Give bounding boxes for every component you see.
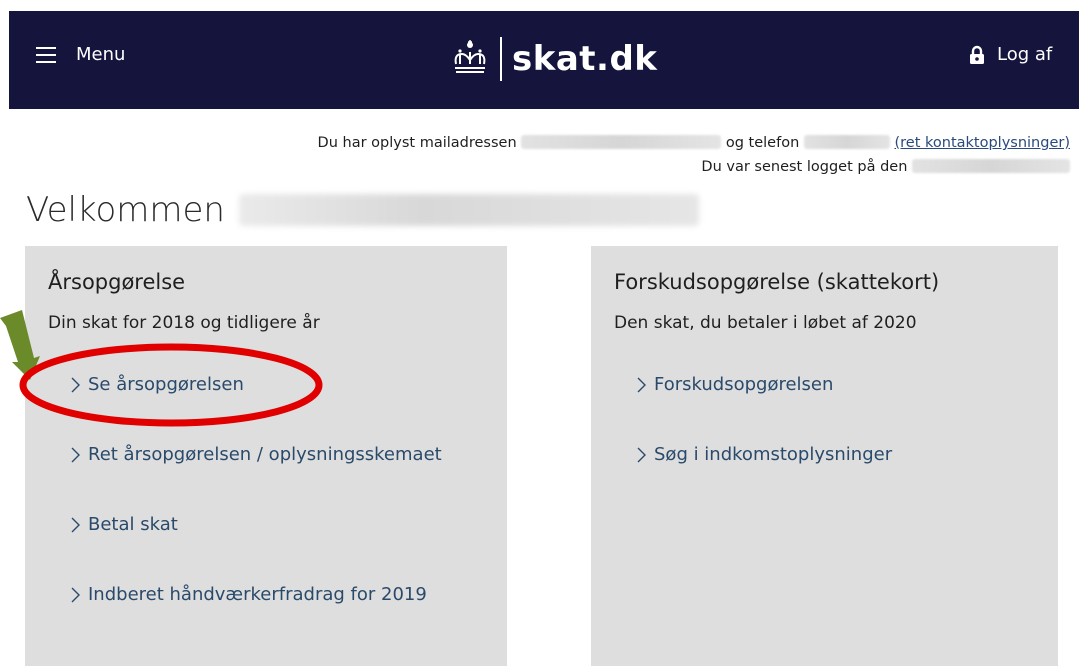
link-label: Betal skat xyxy=(88,514,178,535)
last-login-prefix: Du var senest logget på den xyxy=(701,159,908,175)
menu-label: Menu xyxy=(76,44,126,65)
highlight-circle-annotation xyxy=(19,343,323,427)
logo-text: skat.dk xyxy=(512,39,658,79)
chevron-right-icon xyxy=(637,377,646,392)
hamburger-icon xyxy=(36,46,56,63)
chevron-right-icon xyxy=(637,447,646,462)
edit-contact-link[interactable]: (ret kontaktoplysninger) xyxy=(894,135,1070,151)
annual-statement-panel: Årsopgørelse Din skat for 2018 og tidlig… xyxy=(25,246,507,666)
link-label: Forskudsopgørelsen xyxy=(654,374,834,395)
chevron-right-icon xyxy=(71,517,80,532)
contact-info: Du har oplyst mailadressen og telefon (r… xyxy=(270,131,1070,179)
link-label: Indberet håndværkerfradrag for 2019 xyxy=(88,584,427,605)
link-pay-tax[interactable]: Betal skat xyxy=(70,514,178,535)
redacted-user-name xyxy=(238,194,699,226)
panel-subtitle: Din skat for 2018 og tidligere år xyxy=(48,313,320,333)
link-search-income-info[interactable]: Søg i indkomstoplysninger xyxy=(636,444,892,465)
logout-label: Log af xyxy=(997,44,1053,65)
preliminary-assessment-panel: Forskudsopgørelse (skattekort) Den skat,… xyxy=(591,246,1058,666)
welcome-title: Velkommen xyxy=(26,190,225,230)
link-correct-annual-statement[interactable]: Ret årsopgørelsen / oplysningsskemaet xyxy=(70,444,442,465)
top-navigation-bar: Menu skat.dk Log af xyxy=(9,11,1079,109)
site-logo[interactable]: skat.dk xyxy=(446,37,657,81)
link-label: Søg i indkomstoplysninger xyxy=(654,444,893,465)
welcome-heading: Velkommen xyxy=(26,190,699,230)
chevron-right-icon xyxy=(71,447,80,462)
redacted-phone xyxy=(803,135,890,149)
contact-line-2: Du var senest logget på den xyxy=(270,155,1070,179)
lock-icon xyxy=(970,45,984,64)
crown-icon xyxy=(454,40,486,73)
link-craftsman-deduction[interactable]: Indberet håndværkerfradrag for 2019 xyxy=(70,584,427,605)
contact-line-1: Du har oplyst mailadressen og telefon (r… xyxy=(270,131,1070,155)
panel-title: Årsopgørelse xyxy=(48,270,186,294)
link-label: Ret årsopgørelsen / oplysningsskemaet xyxy=(88,444,442,465)
chevron-right-icon xyxy=(71,587,80,602)
menu-button[interactable]: Menu xyxy=(36,44,125,65)
panel-title: Forskudsopgørelse (skattekort) xyxy=(614,270,940,294)
redacted-last-login xyxy=(912,159,1070,173)
email-prefix: Du har oplyst mailadressen xyxy=(317,135,517,151)
link-preliminary-assessment[interactable]: Forskudsopgørelsen xyxy=(636,374,833,395)
logo-divider xyxy=(500,37,502,81)
phone-prefix: og telefon xyxy=(725,135,800,151)
logout-button[interactable]: Log af xyxy=(969,44,1052,65)
panel-subtitle: Den skat, du betaler i løbet af 2020 xyxy=(614,313,917,333)
redacted-email xyxy=(521,135,722,149)
